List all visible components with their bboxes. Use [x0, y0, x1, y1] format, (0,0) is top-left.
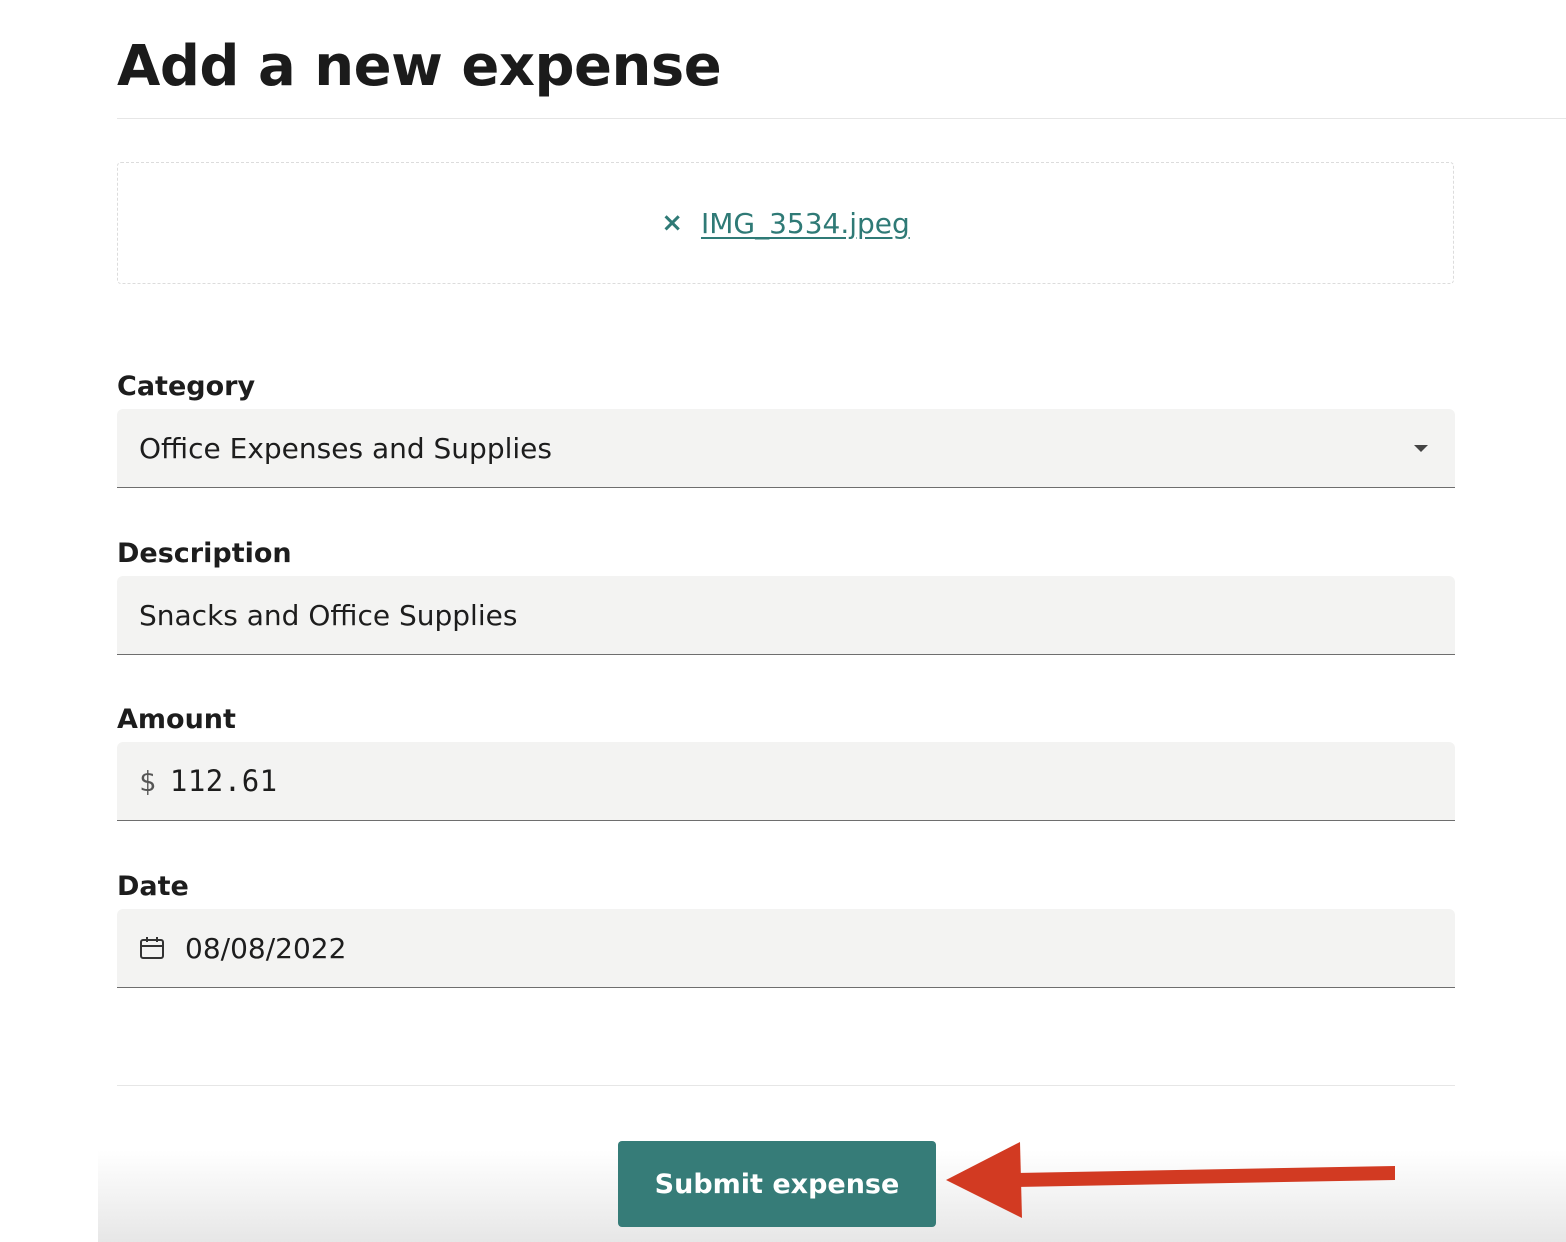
- chevron-down-icon[interactable]: [1414, 445, 1428, 452]
- currency-symbol: $: [139, 764, 156, 798]
- attachment-file-link[interactable]: IMG_3534.jpeg: [701, 207, 910, 240]
- description-value: Snacks and Office Supplies: [139, 598, 518, 632]
- category-label: Category: [117, 371, 256, 402]
- title-divider: [117, 118, 1566, 119]
- amount-value: 112.61: [169, 764, 278, 798]
- amount-input[interactable]: $ 112.61: [117, 742, 1455, 821]
- annotation-arrow-icon: [946, 1142, 1395, 1218]
- date-input[interactable]: 08/08/2022: [117, 909, 1455, 988]
- close-icon[interactable]: ×: [661, 210, 683, 236]
- submit-expense-button[interactable]: Submit expense: [618, 1141, 936, 1227]
- attachment-dropzone[interactable]: × IMG_3534.jpeg: [117, 162, 1454, 284]
- form-footer-divider: [117, 1085, 1455, 1086]
- description-label: Description: [117, 538, 292, 569]
- expense-page: Add a new expense × IMG_3534.jpeg Catego…: [0, 0, 1566, 1242]
- page-title: Add a new expense: [117, 34, 722, 99]
- date-label: Date: [117, 871, 189, 902]
- category-value: Office Expenses and Supplies: [139, 431, 552, 465]
- amount-label: Amount: [117, 704, 236, 735]
- calendar-icon[interactable]: [139, 936, 165, 960]
- date-value: 08/08/2022: [185, 931, 347, 965]
- category-select[interactable]: Office Expenses and Supplies: [117, 409, 1455, 488]
- description-input[interactable]: Snacks and Office Supplies: [117, 576, 1455, 655]
